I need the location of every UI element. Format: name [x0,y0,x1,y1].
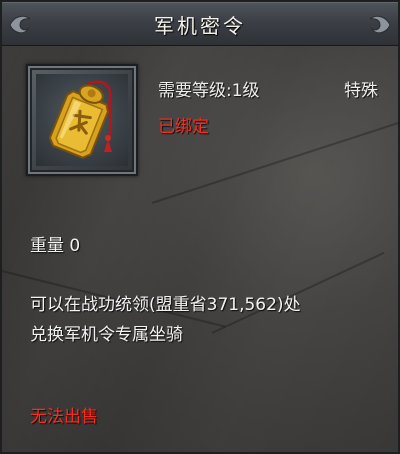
item-category-label: 特殊 [344,81,378,101]
item-name-title: 军机密令 [154,14,246,38]
description-line: 可以在战功统领(盟重省371,562)处 [30,295,301,315]
description-line: 兑换军机令专属坐骑 [30,325,183,345]
weight-label: 重量 0 [30,236,81,256]
item-tooltip: 军机密令 需要等级:1级 特殊 已绑定 重量 0 可以在战功统领(盟重省371,… [0,0,400,454]
ornament-right-icon [369,15,391,34]
required-level-label: 需要等级:1级 [158,81,260,101]
golden-military-token-icon [48,80,112,159]
bound-status-label: 已绑定 [158,117,209,137]
tooltip-header: 军机密令 [2,2,398,46]
item-icon-slot[interactable] [26,64,138,176]
item-description: 可以在战功统领(盟重省371,562)处 兑换军机令专属坐骑 [30,290,390,350]
sell-status-label: 无法出售 [30,407,98,427]
